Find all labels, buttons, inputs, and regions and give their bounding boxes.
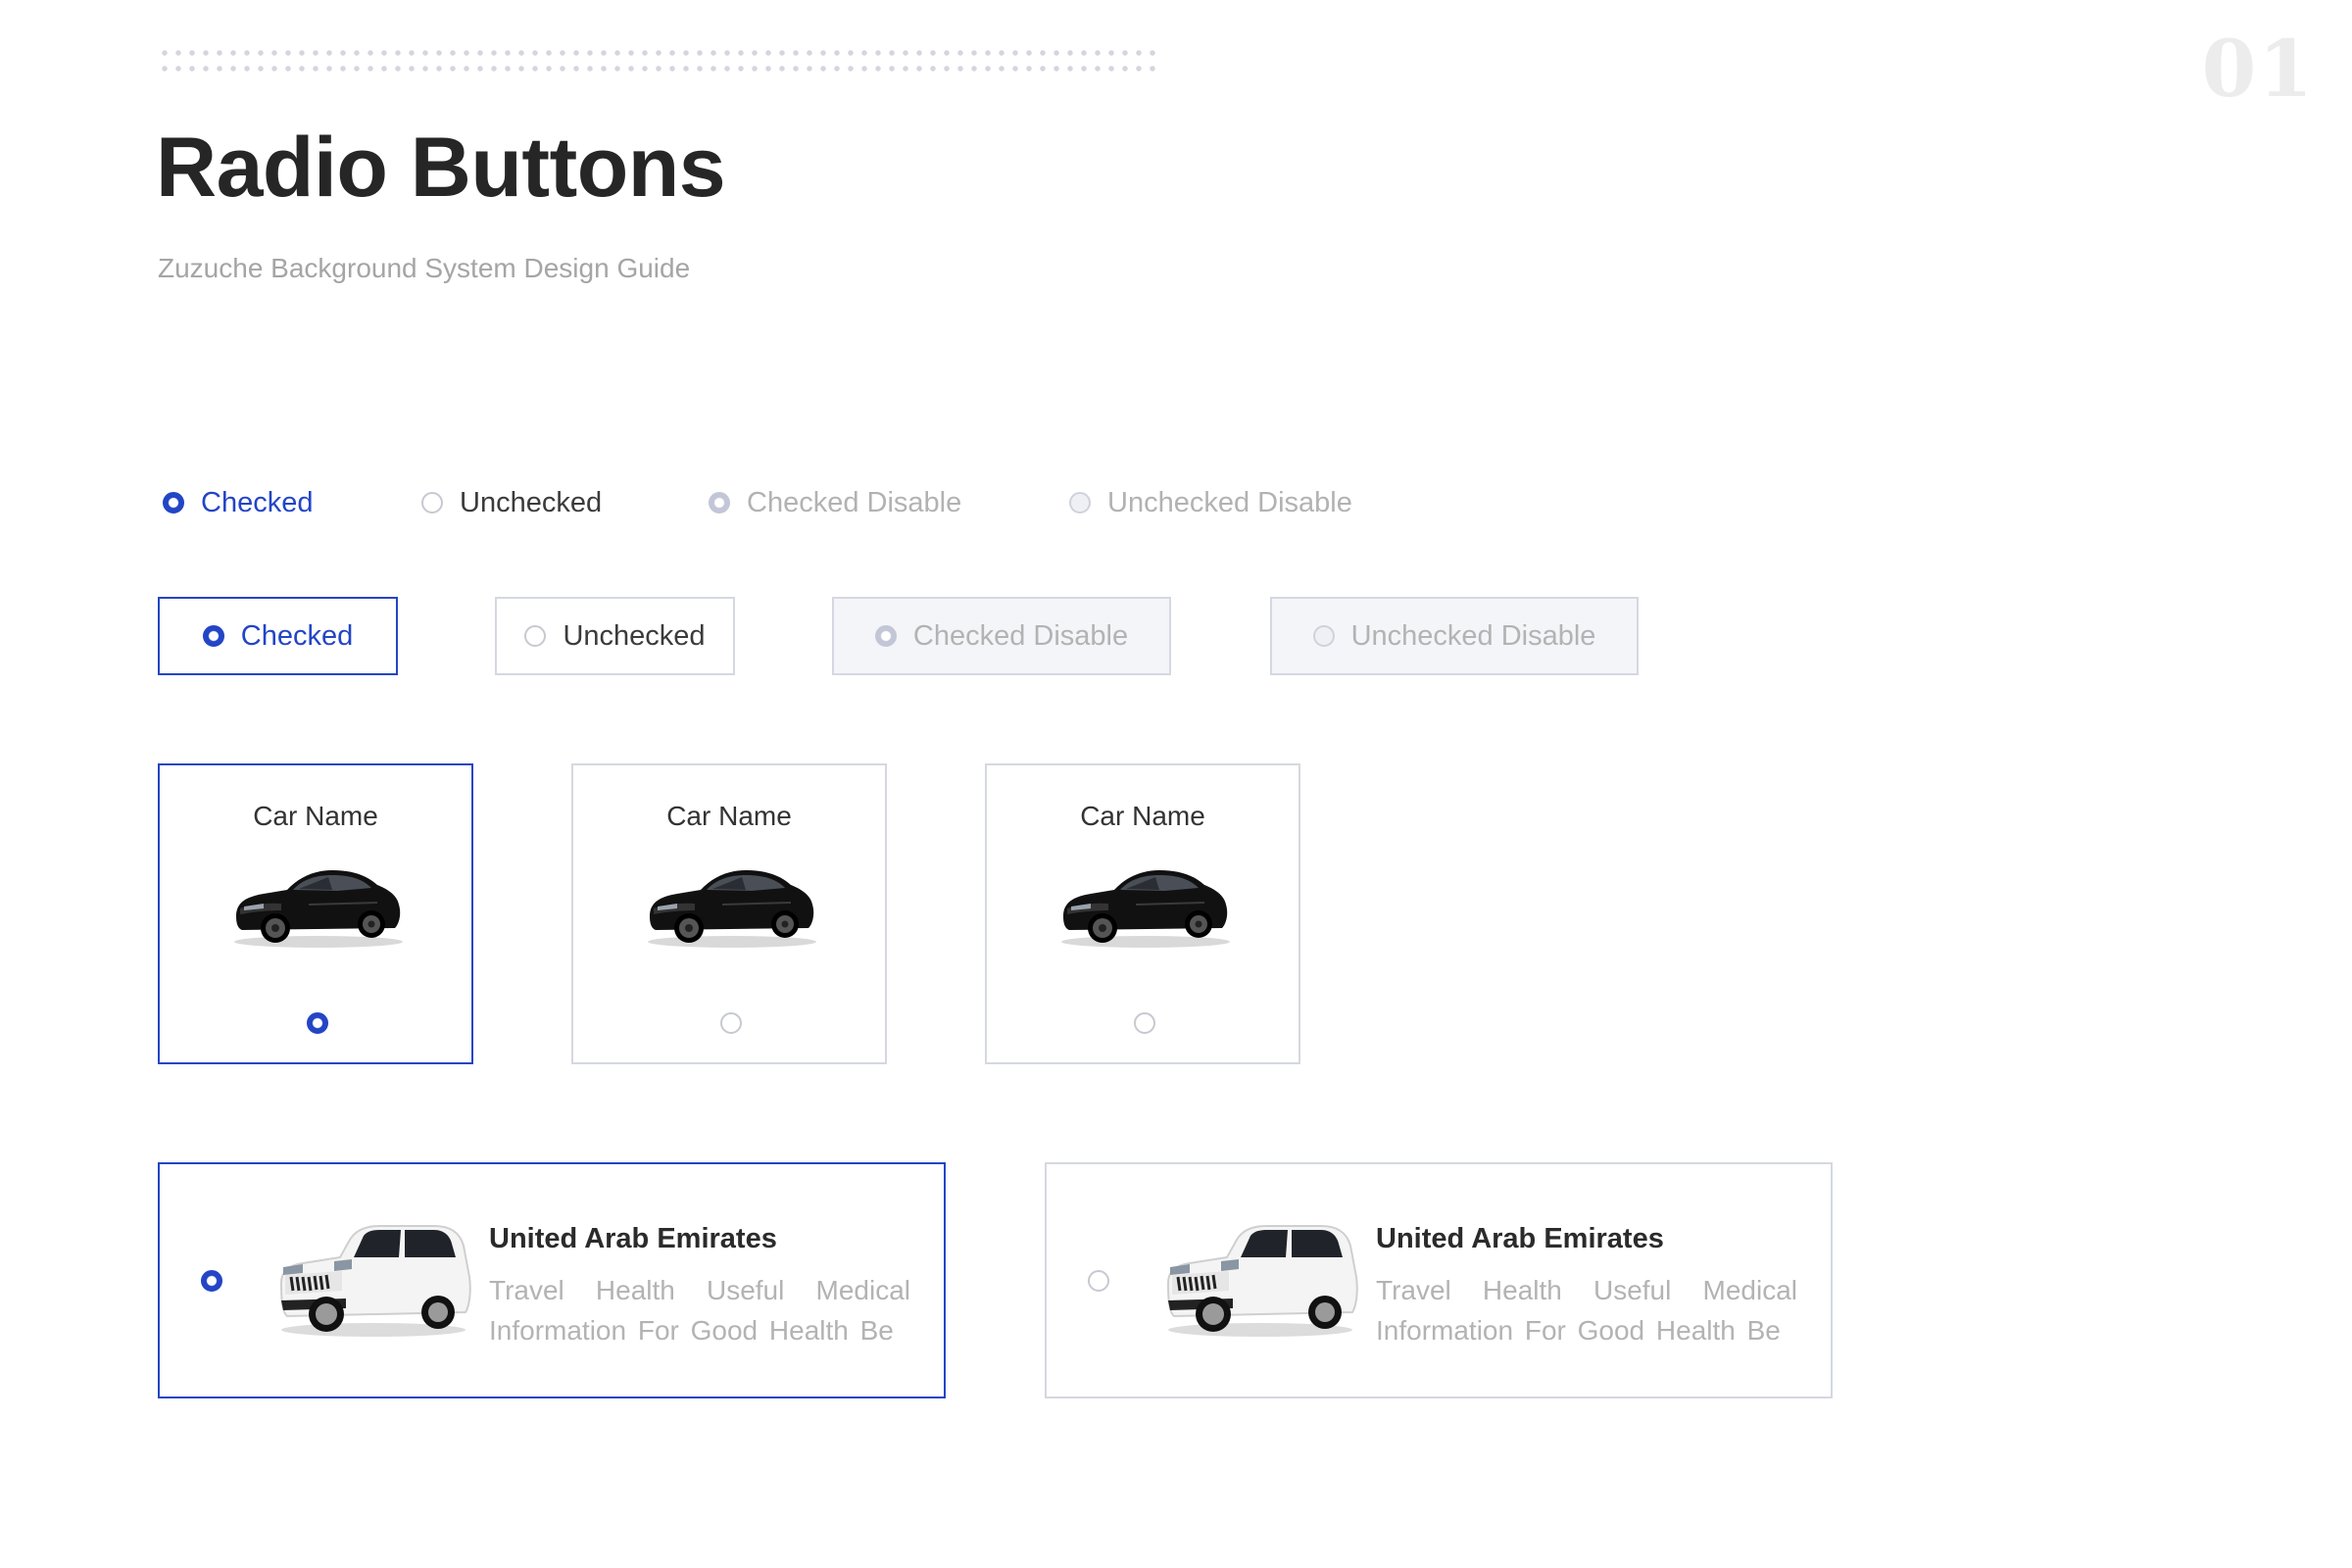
destination-card-selected[interactable]: United Arab Emirates Travel Health Usefu… <box>158 1162 946 1398</box>
radio-unchecked-icon <box>1134 1012 1155 1034</box>
destination-title: United Arab Emirates <box>1376 1223 1664 1254</box>
destination-title: United Arab Emirates <box>489 1223 777 1254</box>
radio-unchecked-disabled: Unchecked Disable <box>1069 488 1352 517</box>
radio-label: Unchecked <box>460 486 603 518</box>
radio-checked-disabled-icon <box>874 625 897 647</box>
page-number: 01 <box>2201 23 2315 115</box>
car-card-selected[interactable]: Car Name <box>158 763 473 1064</box>
sedan-car-image <box>233 869 404 949</box>
radio-unchecked-icon <box>421 492 443 514</box>
radio-checked[interactable]: Checked <box>163 488 313 517</box>
dotted-decoration <box>158 45 1157 74</box>
car-name: Car Name <box>253 801 378 831</box>
page-title: Radio Buttons <box>156 121 726 215</box>
sedan-car-image <box>1060 869 1231 949</box>
radio-button-unchecked-disabled: Unchecked Disable <box>1270 597 1639 675</box>
destination-card[interactable]: United Arab Emirates Travel Health Usefu… <box>1045 1162 1833 1398</box>
radio-label: Checked Disable <box>747 486 962 518</box>
radio-checked-icon <box>307 1012 328 1034</box>
car-card[interactable]: Car Name <box>571 763 887 1064</box>
suv-car-image <box>1166 1224 1359 1339</box>
radio-button-label: Unchecked <box>563 619 706 652</box>
radio-checked-icon <box>163 492 184 514</box>
radio-button-label: Checked <box>240 619 354 652</box>
radio-button-label: Checked Disable <box>912 619 1129 652</box>
radio-checked-disabled-icon <box>709 492 730 514</box>
radio-checked-icon <box>201 1270 222 1292</box>
radio-checked-disabled: Checked Disable <box>709 488 961 517</box>
suv-car-image <box>279 1224 472 1339</box>
destination-description: Travel Health Useful Medical Information… <box>489 1275 910 1346</box>
radio-button-unchecked[interactable]: Unchecked <box>495 597 735 675</box>
car-name: Car Name <box>666 801 792 831</box>
radio-unchecked[interactable]: Unchecked <box>421 488 602 517</box>
radio-unchecked-disabled-icon <box>1312 625 1335 647</box>
page-subtitle: Zuzuche Background System Design Guide <box>158 253 691 283</box>
radio-button-checked[interactable]: Checked <box>158 597 398 675</box>
radio-button-checked-disabled: Checked Disable <box>832 597 1171 675</box>
radio-unchecked-icon <box>720 1012 742 1034</box>
radio-checked-icon <box>202 625 224 647</box>
radio-button-label: Unchecked Disable <box>1350 619 1596 652</box>
car-name: Car Name <box>1080 801 1205 831</box>
destination-description: Travel Health Useful Medical Information… <box>1376 1275 1797 1346</box>
radio-label: Unchecked Disable <box>1107 486 1352 518</box>
car-card[interactable]: Car Name <box>985 763 1300 1064</box>
radio-unchecked-icon <box>524 625 547 647</box>
radio-label: Checked <box>201 486 314 518</box>
radio-unchecked-disabled-icon <box>1069 492 1091 514</box>
radio-unchecked-icon <box>1088 1270 1109 1292</box>
sedan-car-image <box>647 869 817 949</box>
